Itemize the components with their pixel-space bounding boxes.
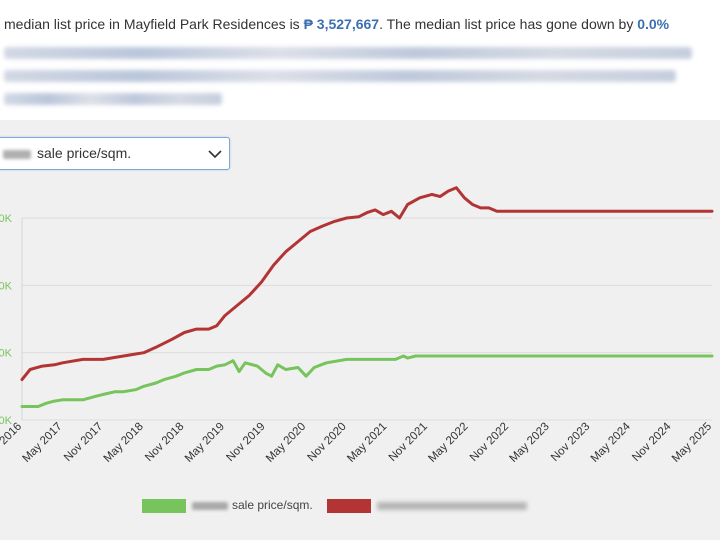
metric-select-dropdown[interactable]: sale price/sqm. xyxy=(0,137,230,170)
blurred-text-line xyxy=(4,47,692,59)
blurred-text-line xyxy=(4,70,676,82)
price-trend-chart: 0K0K0K0Kv 2016May 2017Nov 2017May 2018No… xyxy=(0,186,714,465)
legend-swatch-red xyxy=(327,498,371,513)
legend-item-green[interactable]: sale price/sqm. xyxy=(142,498,313,518)
median-price-value: ₱ 3,527,667 xyxy=(303,16,380,32)
blurred-text-line xyxy=(4,93,222,105)
blurred-legend-label xyxy=(377,501,527,510)
x-tick-label: May 2022 xyxy=(426,421,470,465)
x-tick-label: May 2017 xyxy=(21,421,65,465)
y-tick-label: 0K xyxy=(0,348,13,360)
x-tick-label: Nov 2021 xyxy=(387,421,430,464)
summary-middle: . The median list price has gone down by xyxy=(379,16,638,32)
x-tick-label: Nov 2018 xyxy=(143,421,186,464)
series-line-red[interactable] xyxy=(20,186,714,382)
summary-prefix: median list price in Mayfield Park Resid… xyxy=(4,16,304,32)
blurred-word xyxy=(3,149,31,159)
series-line-green[interactable] xyxy=(20,354,714,408)
x-tick-label: May 2025 xyxy=(670,421,714,465)
price-trend-chart-panel: 0K 0K 0K 0K v 2016 May 2017 Nov 2017 May 2018 No… xyxy=(0,120,720,540)
x-tick-label: Nov 2020 xyxy=(306,421,349,464)
x-tick-label: May 2023 xyxy=(508,421,552,465)
x-tick-label: May 2018 xyxy=(102,421,146,465)
blurred-word xyxy=(192,501,228,510)
x-tick-label: Nov 2023 xyxy=(549,421,592,464)
metric-select-value: sale price/sqm. xyxy=(37,145,132,161)
legend-label-green: sale price/sqm. xyxy=(232,498,313,512)
price-change-value: 0.0% xyxy=(637,16,670,32)
legend-swatch-green xyxy=(142,498,186,513)
x-tick-label: May 2021 xyxy=(345,421,389,465)
y-tick-label: 0K xyxy=(0,280,13,292)
x-tick-label: Nov 2019 xyxy=(224,421,267,464)
x-tick-label: May 2020 xyxy=(264,421,308,465)
x-tick-label: Nov 2024 xyxy=(630,420,674,464)
y-tick-label: 0K xyxy=(0,213,13,225)
x-tick-label: May 2019 xyxy=(183,421,227,465)
x-tick-label: Nov 2022 xyxy=(468,421,511,464)
price-summary: median list price in Mayfield Park Resid… xyxy=(0,0,720,118)
x-tick-label: May 2024 xyxy=(589,420,634,465)
summary-sentence: median list price in Mayfield Park Resid… xyxy=(4,12,720,36)
chevron-down-icon xyxy=(208,150,222,159)
legend-item-red[interactable] xyxy=(327,498,527,518)
x-tick-label: Nov 2017 xyxy=(62,421,105,464)
